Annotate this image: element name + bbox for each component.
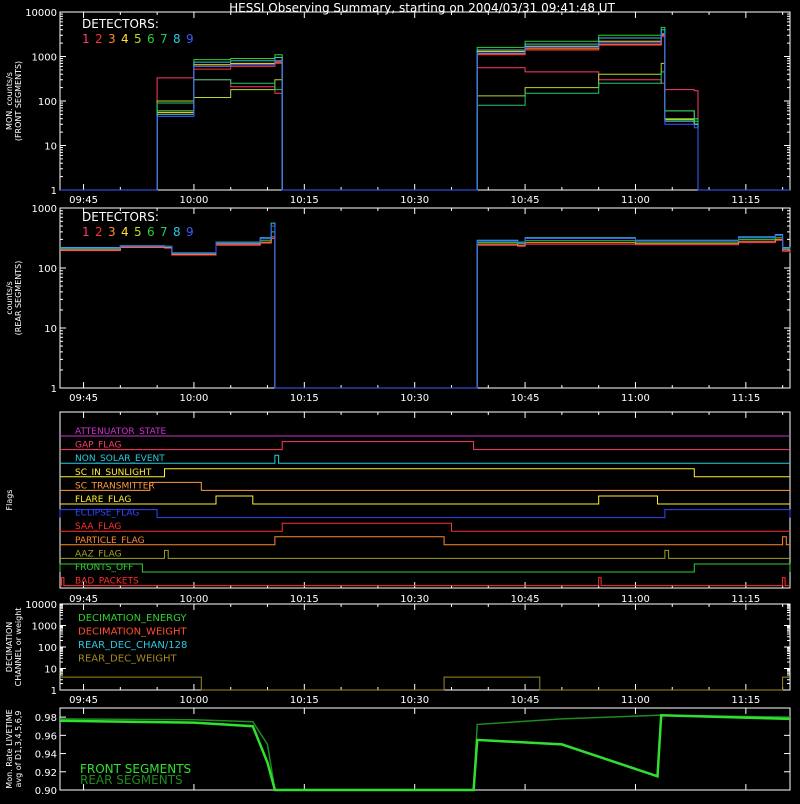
rear-ytick-label: 100 [38, 264, 57, 275]
front-ytick-label: 10 [44, 142, 57, 153]
front-detector-number: 3 [108, 32, 116, 46]
rear-detector-number: 4 [121, 225, 129, 239]
flag-label: SC_IN_SUNLIGHT [75, 468, 152, 478]
front-xtick-label: 10:30 [400, 195, 429, 206]
front-ylabel: MON. counts/s [5, 72, 14, 130]
decimation-legend-entry: DECIMATION_WEIGHT [78, 627, 187, 638]
rear-detector-number: 5 [134, 225, 142, 239]
flag-label: ATTENUATOR_STATE [75, 427, 167, 437]
livetime-legend-entry: REAR SEGMENTS [80, 773, 183, 787]
flags-xtick-label: 10:15 [290, 594, 319, 605]
flag-label: BAD_PACKETS [75, 577, 139, 587]
front-xtick-label: 10:00 [180, 195, 209, 206]
front-xtick-label: 11:15 [731, 195, 760, 206]
decimation-ytick-label: 1 [51, 686, 57, 697]
decimation-ylabel: DECIMATION [5, 622, 14, 672]
rear-ytick-label: 1000 [32, 204, 57, 215]
front-ylabel: (FRONT SEGMENTS) [14, 61, 23, 141]
rear-ylabel: (REAR SEGMENTS) [14, 261, 23, 336]
rear-xtick-label: 10:00 [180, 393, 209, 404]
livetime-ylabel: Mon. Rate LIVETIME [5, 709, 14, 788]
flag-label: SC_TRANSMITTER [75, 481, 155, 491]
front-ytick-label: 1000 [32, 53, 57, 64]
decimation-legend-entry: DECIMATION_ENERGY [78, 613, 187, 624]
front-xtick-label: 10:45 [511, 195, 540, 206]
flag-label: AAZ_FLAG [75, 549, 122, 559]
front-detector-number: 5 [134, 32, 142, 46]
front-xtick-label: 10:15 [290, 195, 319, 206]
front-detector-number: 7 [160, 32, 168, 46]
front-detector-number: 2 [95, 32, 103, 46]
rear-xtick-label: 11:00 [621, 393, 650, 404]
flags-xtick-label: 10:45 [511, 594, 540, 605]
front-ytick-label: 10000 [25, 8, 57, 19]
flag-label: GAP_FLAG [75, 441, 121, 451]
flags-xtick-label: 10:30 [400, 594, 429, 605]
rear-detectors-label: DETECTORS: [82, 210, 159, 224]
rear-xtick-label: 10:45 [511, 393, 540, 404]
rear-detector-number: 6 [147, 225, 155, 239]
front-xtick-label: 09:45 [69, 195, 98, 206]
front-xtick-label: 11:00 [621, 195, 650, 206]
flag-label: PARTICLE_FLAG [75, 536, 145, 546]
livetime-ytick-label: 0.96 [35, 731, 57, 742]
rear-xtick-label: 10:30 [400, 393, 429, 404]
front-ytick-label: 1 [51, 186, 57, 197]
hessi-summary-figure: HESSI Observing Summary, starting on 200… [0, 0, 800, 800]
decimation-ytick-label: 1000 [32, 622, 57, 633]
front-ytick-label: 100 [38, 97, 57, 108]
livetime-ytick-label: 0.98 [35, 713, 57, 724]
flag-label: FLARE_FLAG [75, 495, 131, 505]
front-detectors-label: DETECTORS: [82, 17, 159, 31]
flag-label: SAA_FLAG [75, 522, 121, 532]
livetime-ytick-label: 0.92 [35, 768, 57, 779]
flags-xtick-label: 09:45 [69, 594, 98, 605]
decimation-legend-entry: REAR_DEC_CHAN/128 [78, 640, 187, 651]
decimation-ytick-label: 10000 [25, 600, 57, 611]
livetime-ytick-label: 0.90 [35, 786, 57, 797]
decimation-xtick-label: 10:45 [511, 695, 540, 706]
flags-xtick-label: 11:15 [731, 594, 760, 605]
rear-xtick-label: 10:15 [290, 393, 319, 404]
rear-ytick-label: 1 [51, 384, 57, 395]
rear-detector-number: 2 [95, 225, 103, 239]
front-detector-number: 1 [82, 32, 90, 46]
rear-detector-number: 1 [82, 225, 90, 239]
front-detector-number: 8 [173, 32, 181, 46]
flag-label: NON_SOLAR_EVENT [75, 454, 165, 464]
decimation-xtick-label: 10:15 [290, 695, 319, 706]
rear-detector-number: 7 [160, 225, 168, 239]
rear-detector-number: 8 [173, 225, 181, 239]
decimation-xtick-label: 10:30 [400, 695, 429, 706]
decimation-xtick-label: 09:45 [69, 695, 98, 706]
decimation-ytick-label: 100 [38, 643, 57, 654]
figure-title: HESSI Observing Summary, starting on 200… [229, 1, 615, 15]
flags-xtick-label: 10:00 [180, 594, 209, 605]
flag-label: ECLIPSE_FLAG [75, 509, 139, 519]
decimation-ytick-label: 10 [44, 665, 57, 676]
flags-ylabel: Flags [5, 490, 14, 511]
rear-xtick-label: 09:45 [69, 393, 98, 404]
rear-ytick-label: 10 [44, 324, 57, 335]
flag-label: FRONTS_OFF [75, 563, 133, 573]
flags-xtick-label: 11:00 [621, 594, 650, 605]
front-detector-number: 9 [186, 32, 194, 46]
decimation-xtick-label: 11:15 [731, 695, 760, 706]
rear-ylabel: counts/s [5, 281, 14, 315]
front-detector-number: 4 [121, 32, 129, 46]
decimation-legend-entry: REAR_DEC_WEIGHT [78, 654, 177, 665]
livetime-ylabel: avg of D1,3,4,5,6,9 [14, 711, 23, 788]
front-detector-number: 6 [147, 32, 155, 46]
decimation-xtick-label: 11:00 [621, 695, 650, 706]
decimation-xtick-label: 10:00 [180, 695, 209, 706]
rear-detector-number: 3 [108, 225, 116, 239]
livetime-ytick-label: 0.94 [35, 750, 57, 761]
rear-detector-number: 9 [186, 225, 194, 239]
decimation-ylabel: CHANNEL or weight [14, 608, 23, 687]
rear-xtick-label: 11:15 [731, 393, 760, 404]
chart-svg: HESSI Observing Summary, starting on 200… [0, 0, 800, 800]
